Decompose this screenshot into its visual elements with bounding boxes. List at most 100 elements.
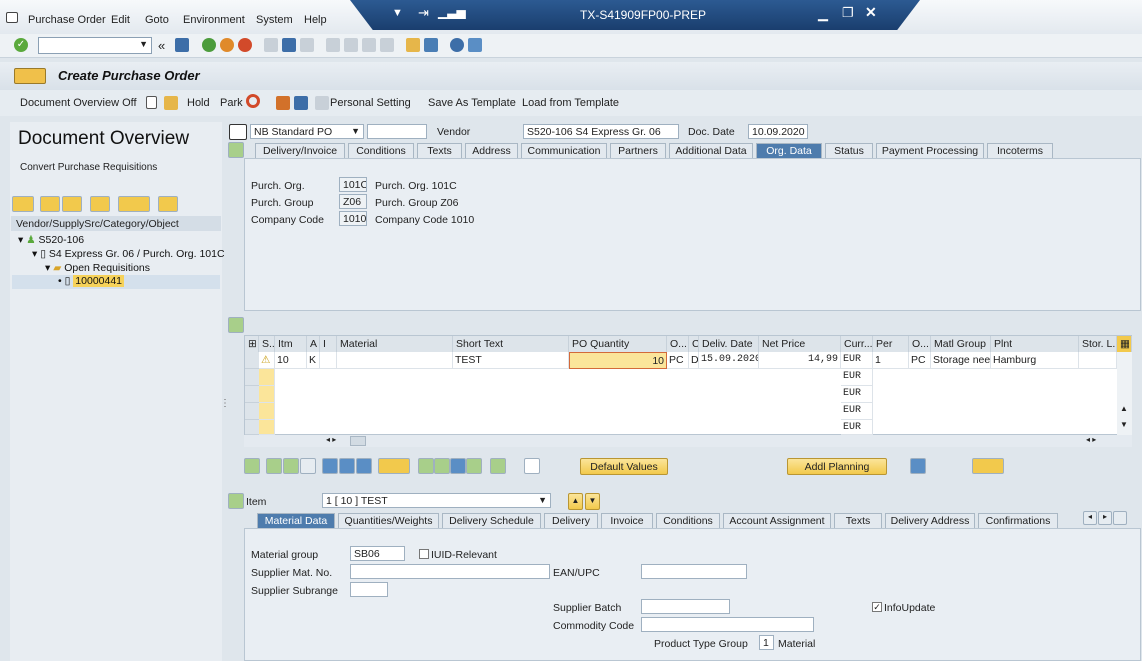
tab-list-icon[interactable] <box>1113 511 1127 525</box>
print-preview-icon[interactable] <box>276 96 290 110</box>
load-from-template-button[interactable]: Load from Template <box>522 97 619 109</box>
tab-scroll-right-icon[interactable]: ▸ <box>1098 511 1112 525</box>
collapse-icon[interactable]: « <box>158 38 165 53</box>
purch-org-field[interactable]: 101C <box>339 177 367 192</box>
col-po-quantity[interactable]: PO Quantity <box>569 336 667 352</box>
tab-account-assignment[interactable]: Account Assignment <box>723 513 831 528</box>
scroll-thumb[interactable] <box>350 436 366 446</box>
supplier-subrange-field[interactable] <box>350 582 388 597</box>
info-icon[interactable] <box>294 96 308 110</box>
tab-quantities-weights[interactable]: Quantities/Weights <box>338 513 439 528</box>
scroll-left-icon[interactable]: ◂ ▸ <box>326 435 336 444</box>
tab-payment-processing[interactable]: Payment Processing <box>876 143 984 158</box>
col-item-cat[interactable]: I <box>320 336 337 352</box>
infoupdate-checkbox[interactable]: ✓ <box>872 602 882 612</box>
tree-node-purch-group[interactable]: ▾ ▯ S4 Express Gr. 06 / Purch. Org. 101C <box>32 248 225 260</box>
menu-help[interactable]: Help <box>304 14 327 26</box>
cell-short-text[interactable]: TEST <box>453 352 569 369</box>
tab-delivery-address[interactable]: Delivery Address <box>885 513 975 528</box>
row-selector[interactable] <box>245 386 259 403</box>
col-acct-cat[interactable]: A <box>307 336 320 352</box>
vertical-scrollbar[interactable]: ▲ ▼ <box>1117 352 1132 435</box>
item-select[interactable]: 1 [ 10 ] TEST ▼ <box>322 493 551 508</box>
col-material[interactable]: Material <box>337 336 453 352</box>
tree-refresh-icon[interactable] <box>62 196 82 212</box>
row-selector[interactable] <box>245 420 259 435</box>
lock-icon[interactable] <box>339 458 355 474</box>
product-type-group-field[interactable]: 1 <box>759 635 774 650</box>
tab-invoice[interactable]: Invoice <box>601 513 653 528</box>
menu-toggle-icon[interactable] <box>14 68 46 84</box>
cell-net-price[interactable]: 14,99 <box>759 352 841 369</box>
addl-planning-button[interactable]: Addl Planning <box>787 458 887 475</box>
print-item-icon[interactable] <box>972 458 1004 474</box>
pin-icon[interactable]: ⇥ <box>418 5 429 21</box>
col-status[interactable]: S... <box>259 336 275 352</box>
next-page-icon[interactable] <box>362 38 376 52</box>
po-number-field[interactable] <box>367 124 427 139</box>
table-settings-icon[interactable]: ▦ <box>1117 336 1132 352</box>
col-currency[interactable]: Curr... <box>841 336 873 352</box>
tab-status[interactable]: Status <box>825 143 873 158</box>
tab-item-texts[interactable]: Texts <box>834 513 882 528</box>
item-details-icon[interactable] <box>244 458 260 474</box>
personal-setting-button[interactable]: Personal Setting <box>330 97 411 109</box>
convert-requisitions-link[interactable]: Convert Purchase Requisitions <box>20 162 157 173</box>
col-c[interactable]: C <box>689 336 699 352</box>
cancel-icon[interactable] <box>238 38 252 52</box>
hold-button[interactable]: Hold <box>187 97 210 109</box>
command-field[interactable]: ▼ <box>38 37 152 54</box>
header-collapse-icon[interactable] <box>228 142 244 158</box>
minimize-icon[interactable]: ▁ <box>818 6 828 22</box>
restore-icon[interactable]: ❐ <box>842 5 854 21</box>
item-detail-collapse-icon[interactable] <box>228 493 244 509</box>
tree-filter-icon[interactable] <box>158 196 178 212</box>
last-page-icon[interactable] <box>380 38 394 52</box>
row-selector[interactable] <box>245 369 259 386</box>
cell-material[interactable] <box>337 352 453 369</box>
shortcut-icon[interactable] <box>424 38 438 52</box>
check-icon[interactable] <box>246 94 260 108</box>
close-icon[interactable]: ✕ <box>865 4 877 21</box>
tab-delivery-invoice[interactable]: Delivery/Invoice <box>255 143 345 158</box>
menu-icon[interactable] <box>6 12 18 23</box>
tab-org-data[interactable]: Org. Data <box>756 143 822 158</box>
tree-find-icon[interactable] <box>90 196 110 212</box>
purch-group-field[interactable]: Z06 <box>339 194 367 209</box>
prev-item-button[interactable]: ▲ <box>568 493 583 510</box>
tab-address[interactable]: Address <box>465 143 518 158</box>
document-list-icon[interactable] <box>524 458 540 474</box>
prev-page-icon[interactable] <box>344 38 358 52</box>
tab-confirmations[interactable]: Confirmations <box>978 513 1058 528</box>
personal-setting-icon[interactable] <box>315 96 329 110</box>
splitter-handle[interactable]: ⋮ <box>220 398 230 409</box>
exit-icon[interactable] <box>220 38 234 52</box>
col-stor-loc[interactable]: Stor. L... <box>1079 336 1117 352</box>
back-icon[interactable] <box>202 38 216 52</box>
new-session-icon[interactable] <box>406 38 420 52</box>
find-next-icon[interactable] <box>300 38 314 52</box>
sort-desc-icon[interactable] <box>434 458 450 474</box>
tab-delivery-schedule[interactable]: Delivery Schedule <box>442 513 541 528</box>
col-matl-group[interactable]: Matl Group <box>931 336 991 352</box>
cell-acct-cat[interactable]: K <box>307 352 320 369</box>
table-row[interactable]: EUR <box>245 403 1117 420</box>
tab-delivery[interactable]: Delivery <box>544 513 598 528</box>
ean-upc-field[interactable] <box>641 564 747 579</box>
table-row[interactable]: EUR <box>245 386 1117 403</box>
material-group-field[interactable]: SB06 <box>350 546 405 561</box>
tab-item-conditions[interactable]: Conditions <box>656 513 720 528</box>
cell-currency[interactable]: EUR <box>841 403 873 420</box>
col-select[interactable]: ⊞ <box>245 336 259 352</box>
copy-item-icon[interactable] <box>300 458 316 474</box>
supplier-mat-no-field[interactable] <box>350 564 550 579</box>
scroll-down-icon[interactable]: ▼ <box>1120 420 1128 429</box>
col-deliv-date[interactable]: Deliv. Date <box>699 336 759 352</box>
scroll-right-icon[interactable]: ◂ ▸ <box>1086 435 1096 444</box>
planning-icon[interactable] <box>910 458 926 474</box>
scroll-up-icon[interactable]: ▲ <box>1120 404 1128 413</box>
delete-item-icon[interactable] <box>322 458 338 474</box>
tab-partners[interactable]: Partners <box>610 143 666 158</box>
tree-node-vendor[interactable]: ▾ ♟ S520-106 <box>18 234 84 246</box>
find-icon[interactable] <box>282 38 296 52</box>
